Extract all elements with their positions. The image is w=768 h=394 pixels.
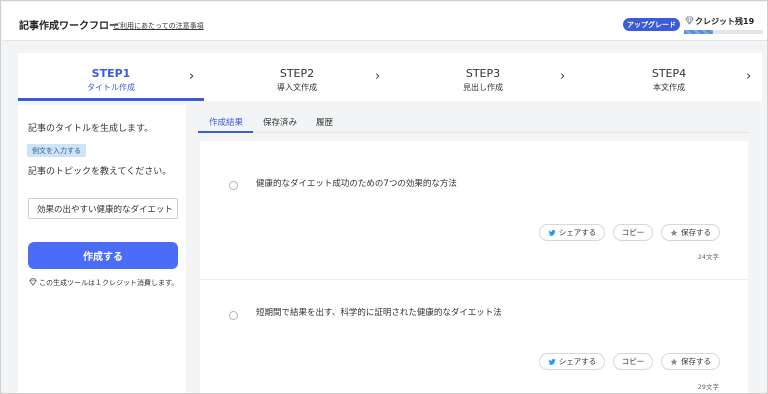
share-label: シェアする	[558, 228, 597, 237]
chevron-right-icon: ›	[746, 69, 752, 84]
credit-cost-note: この生成ツールは１クレジット消費します。	[39, 279, 179, 287]
insert-example-button[interactable]: 例文を入力する	[27, 144, 86, 157]
app-title: 記事作成ワークフロー	[19, 21, 119, 32]
star-icon	[670, 228, 678, 236]
save-label: 保存する	[681, 228, 711, 237]
usage-notice-link[interactable]: ご利用にあたっての注意事項	[113, 21, 204, 31]
step-title: STEP1	[91, 67, 131, 80]
share-button[interactable]: シェアする	[539, 353, 605, 370]
share-label: シェアする	[558, 357, 597, 366]
step-title: STEP4	[651, 67, 687, 80]
tab-saved[interactable]: 保存済み	[263, 116, 297, 128]
result-title: 短期間で結果を出す、科学的に証明された健康的なダイエット法	[256, 308, 502, 318]
tool-description: 記事のタイトルを生成します。	[28, 124, 154, 134]
step-subtitle: 導入文作成	[277, 83, 317, 92]
chevron-right-icon: ›	[189, 69, 195, 84]
character-count: 29文字	[697, 383, 719, 391]
copy-button[interactable]: コピー	[613, 353, 653, 370]
create-button[interactable]: 作成する	[28, 242, 178, 269]
chevron-right-icon: ›	[375, 69, 381, 84]
active-tab-indicator	[198, 131, 253, 133]
select-radio[interactable]	[229, 181, 238, 190]
save-button[interactable]: 保存する	[661, 224, 720, 241]
step-3-tab[interactable]: STEP3 見出し作成	[390, 53, 576, 101]
select-radio[interactable]	[229, 311, 238, 320]
twitter-bird-icon	[548, 229, 556, 236]
diamond-icon	[685, 16, 694, 25]
upgrade-button[interactable]: アップグレード	[623, 18, 680, 31]
credit-progress-bar	[684, 30, 763, 34]
step-subtitle: 見出し作成	[463, 83, 503, 92]
input-panel: 記事のタイトルを生成します。 例文を入力する 記事のトピックを教えてください。 …	[18, 105, 186, 393]
topic-label: 記事のトピックを教えてください。	[28, 167, 172, 177]
results-list: 健康的なダイエット成功のための7つの効果的な方法 シェアする コピー 保存する …	[200, 141, 748, 393]
result-item: 短期間で結果を出す、科学的に証明された健康的なダイエット法 シェアする コピー …	[200, 279, 748, 393]
step-subtitle: 本文作成	[653, 83, 685, 92]
save-label: 保存する	[681, 357, 711, 366]
star-icon	[670, 357, 678, 365]
result-tabs: 作成結果 保存済み 履歴	[198, 109, 750, 133]
tab-history[interactable]: 履歴	[316, 116, 333, 128]
step-navigation: STEP1 タイトル作成 › STEP2 導入文作成 › STEP3 見出し作成…	[18, 53, 762, 101]
step-2-tab[interactable]: STEP2 導入文作成	[204, 53, 390, 101]
result-item: 健康的なダイエット成功のための7つの効果的な方法 シェアする コピー 保存する …	[200, 141, 748, 271]
step-title: STEP3	[465, 67, 501, 80]
credit-progress-fill	[684, 30, 714, 34]
step-subtitle: タイトル作成	[87, 83, 135, 92]
twitter-bird-icon	[548, 358, 556, 365]
save-button[interactable]: 保存する	[661, 353, 720, 370]
step-1-tab[interactable]: STEP1 タイトル作成	[18, 53, 204, 101]
step-4-tab[interactable]: STEP4 本文作成	[576, 53, 762, 101]
tab-results[interactable]: 作成結果	[209, 116, 243, 128]
topic-input[interactable]: 効果の出やすい健康的なダイエット	[28, 198, 178, 219]
diamond-icon	[29, 278, 37, 286]
top-header: 記事作成ワークフロー ご利用にあたっての注意事項 アップグレード クレジット残1…	[2, 2, 767, 41]
share-button[interactable]: シェアする	[539, 224, 605, 241]
copy-button[interactable]: コピー	[613, 224, 653, 241]
step-title: STEP2	[279, 67, 315, 80]
credit-remaining: クレジット残19	[695, 17, 755, 26]
app-window: 記事作成ワークフロー ご利用にあたっての注意事項 アップグレード クレジット残1…	[0, 0, 768, 394]
character-count: 24文字	[697, 253, 719, 261]
result-title: 健康的なダイエット成功のための7つの効果的な方法	[256, 179, 457, 189]
chevron-right-icon: ›	[560, 69, 566, 84]
